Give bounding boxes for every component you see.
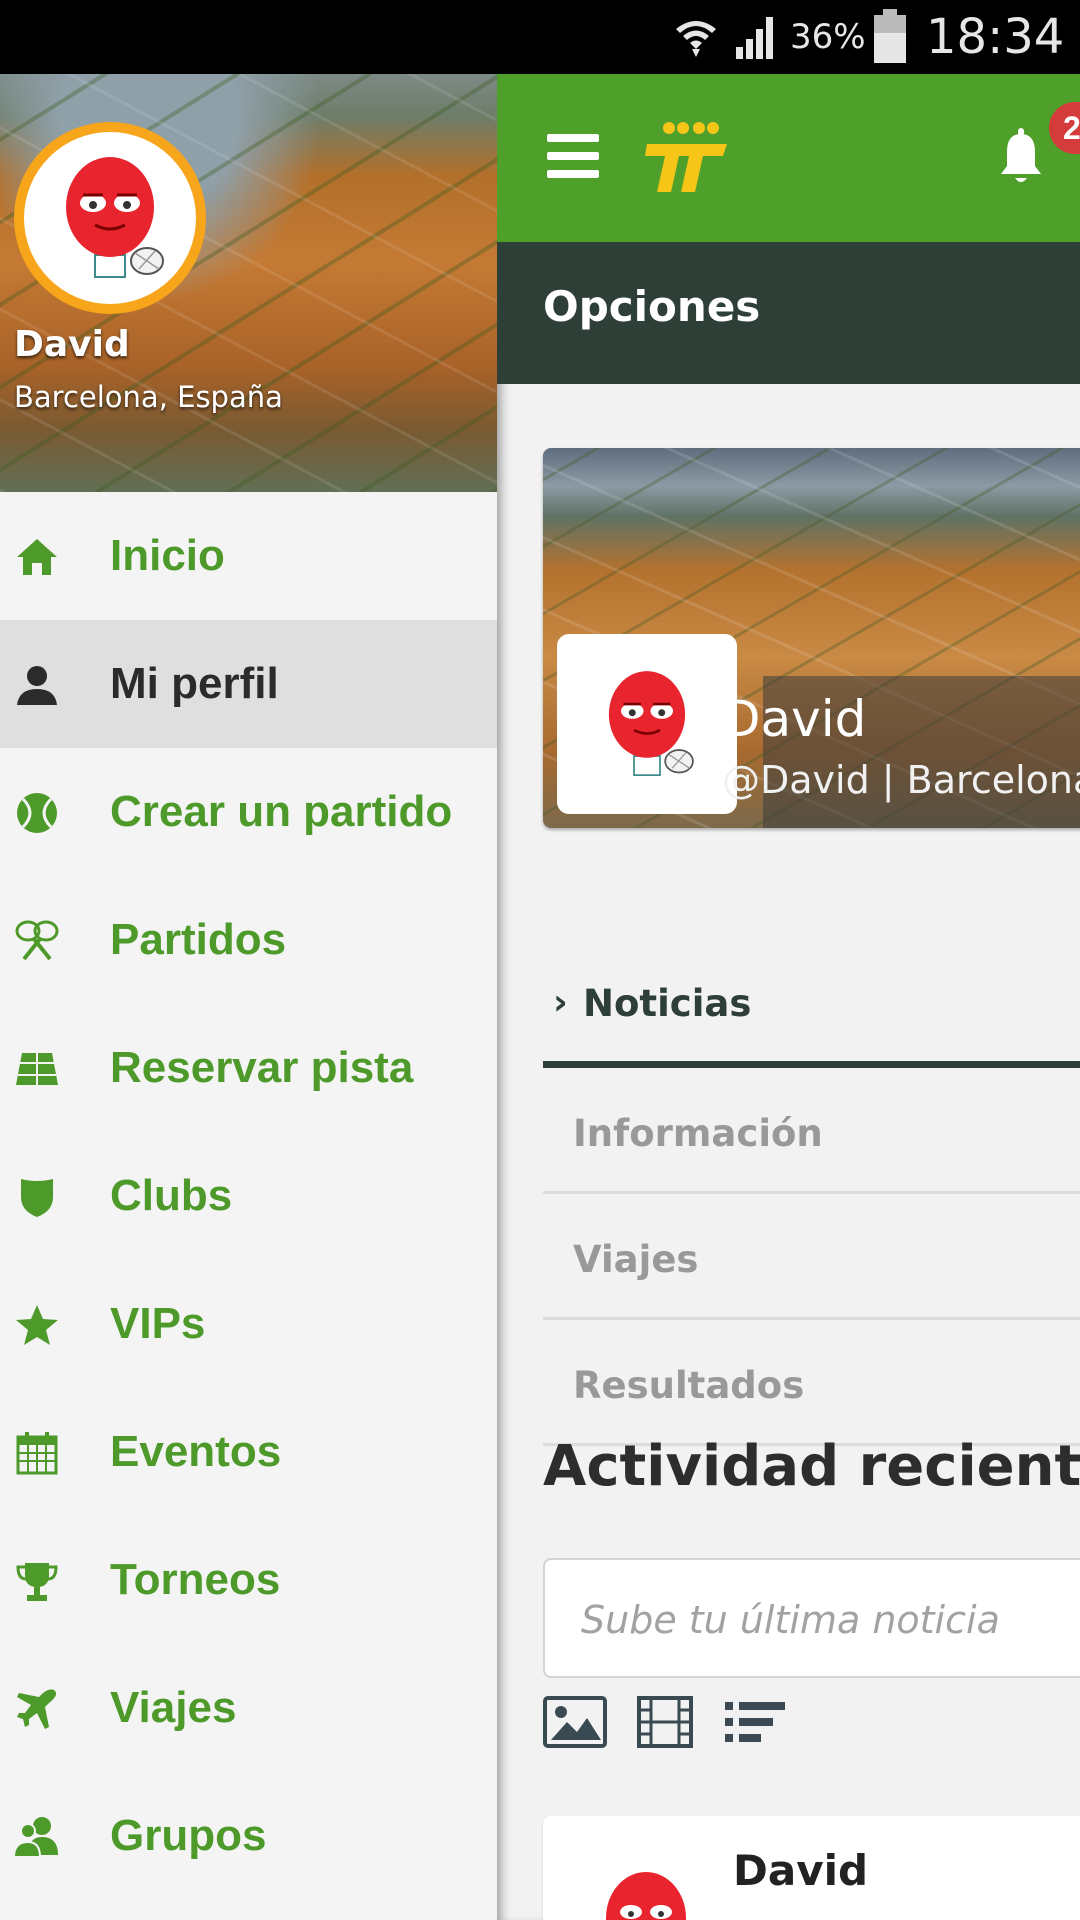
app-toolbar: 2 bbox=[497, 74, 1080, 242]
tennis-ball-icon bbox=[14, 790, 60, 836]
menu-item-grupos[interactable]: Grupos bbox=[0, 1772, 497, 1900]
calendar-icon bbox=[14, 1430, 60, 1476]
tab-resultados[interactable]: Resultados bbox=[543, 1320, 1080, 1446]
drawer-user-name: David bbox=[14, 324, 130, 365]
bell-icon[interactable] bbox=[997, 126, 1045, 186]
list-icon[interactable] bbox=[723, 1696, 787, 1752]
trophy-icon bbox=[14, 1558, 60, 1604]
menu-item-inicio[interactable]: Inicio bbox=[0, 492, 497, 620]
user-icon bbox=[14, 662, 60, 708]
options-bar[interactable]: Opciones bbox=[497, 242, 1080, 384]
tab-label: Noticias bbox=[583, 982, 752, 1025]
notification-badge[interactable]: 2 bbox=[1049, 102, 1080, 154]
rackets-icon bbox=[14, 918, 60, 964]
profile-tabs: › Noticias Información Viajes Resultados bbox=[543, 942, 1080, 1446]
clock: 18:34 bbox=[926, 9, 1065, 65]
menu-item-partidos[interactable]: Partidos bbox=[0, 876, 497, 1004]
menu-item-label: Reservar pista bbox=[110, 1043, 414, 1092]
group-icon bbox=[14, 1814, 60, 1860]
menu-item-label: Clubs bbox=[110, 1171, 233, 1220]
post-input-box[interactable] bbox=[543, 1558, 1080, 1678]
options-title: Opciones bbox=[543, 282, 761, 331]
menu-item-label: Eventos bbox=[110, 1427, 282, 1476]
menu-item-mi-perfil[interactable]: Mi perfil bbox=[0, 620, 497, 748]
app-logo[interactable] bbox=[643, 116, 729, 196]
menu-item-vips[interactable]: VIPs bbox=[0, 1260, 497, 1388]
paddle-mascot-icon bbox=[66, 157, 164, 278]
activity-title: Actividad reciente bbox=[543, 1434, 1080, 1499]
menu-item-reservar-pista[interactable]: Reservar pista bbox=[0, 1004, 497, 1132]
menu-item-label: Crear un partido bbox=[110, 787, 453, 836]
menu-item-torneos[interactable]: Torneos bbox=[0, 1516, 497, 1644]
tab-label: Información bbox=[573, 1112, 823, 1155]
post-input[interactable] bbox=[581, 1590, 1080, 1650]
menu-item-viajes[interactable]: Viajes bbox=[0, 1644, 497, 1772]
feed-author-name: David bbox=[733, 1846, 869, 1895]
plane-icon bbox=[14, 1686, 60, 1732]
battery-percent: 36% bbox=[790, 17, 866, 57]
battery-icon bbox=[872, 0, 908, 74]
drawer-header: David Barcelona, España bbox=[0, 74, 497, 492]
menu-item-label: Torneos bbox=[110, 1555, 281, 1604]
tab-label: Resultados bbox=[573, 1364, 805, 1407]
star-icon bbox=[14, 1302, 60, 1348]
avatar[interactable] bbox=[14, 122, 206, 314]
menu-item-label: Partidos bbox=[110, 915, 287, 964]
paddle-mascot-icon bbox=[608, 671, 694, 776]
tab-viajes[interactable]: Viajes bbox=[543, 1194, 1080, 1320]
tab-noticias[interactable]: › Noticias bbox=[543, 942, 1080, 1068]
profile-picture[interactable] bbox=[557, 634, 737, 814]
feed-avatar[interactable] bbox=[591, 1854, 701, 1920]
drawer-user-location: Barcelona, España bbox=[14, 380, 283, 414]
film-icon[interactable] bbox=[637, 1696, 693, 1752]
menu-item-label: Grupos bbox=[110, 1811, 267, 1860]
menu-item-label: Mi perfil bbox=[110, 659, 279, 708]
profile-handle: @David | Barcelona, España bbox=[722, 758, 1080, 802]
home-icon bbox=[14, 534, 60, 580]
wifi-icon bbox=[672, 0, 724, 74]
menu-item-label: VIPs bbox=[110, 1299, 206, 1348]
chevron-right-icon: › bbox=[553, 982, 568, 1023]
drawer-menu: Inicio Mi perfil Crear un partido Partid… bbox=[0, 492, 497, 1900]
court-icon bbox=[14, 1046, 60, 1092]
status-bar: 36% 18:34 bbox=[0, 0, 1080, 74]
tab-label: Viajes bbox=[573, 1238, 699, 1281]
menu-item-label: Viajes bbox=[110, 1683, 237, 1732]
shield-icon bbox=[14, 1174, 60, 1220]
menu-item-eventos[interactable]: Eventos bbox=[0, 1388, 497, 1516]
menu-icon[interactable] bbox=[547, 134, 599, 178]
menu-item-crear-partido[interactable]: Crear un partido bbox=[0, 748, 497, 876]
profile-name: David bbox=[722, 690, 867, 748]
navigation-drawer: David Barcelona, España Inicio Mi perfil… bbox=[0, 74, 497, 1920]
menu-item-clubs[interactable]: Clubs bbox=[0, 1132, 497, 1260]
signal-icon bbox=[734, 0, 778, 74]
image-icon[interactable] bbox=[543, 1696, 607, 1752]
main-content: 2 Opciones David @David | Barcelona, Esp… bbox=[497, 74, 1080, 1920]
tab-informacion[interactable]: Información bbox=[543, 1068, 1080, 1194]
menu-item-label: Inicio bbox=[110, 531, 225, 580]
feed-card[interactable]: David bbox=[543, 1816, 1080, 1920]
